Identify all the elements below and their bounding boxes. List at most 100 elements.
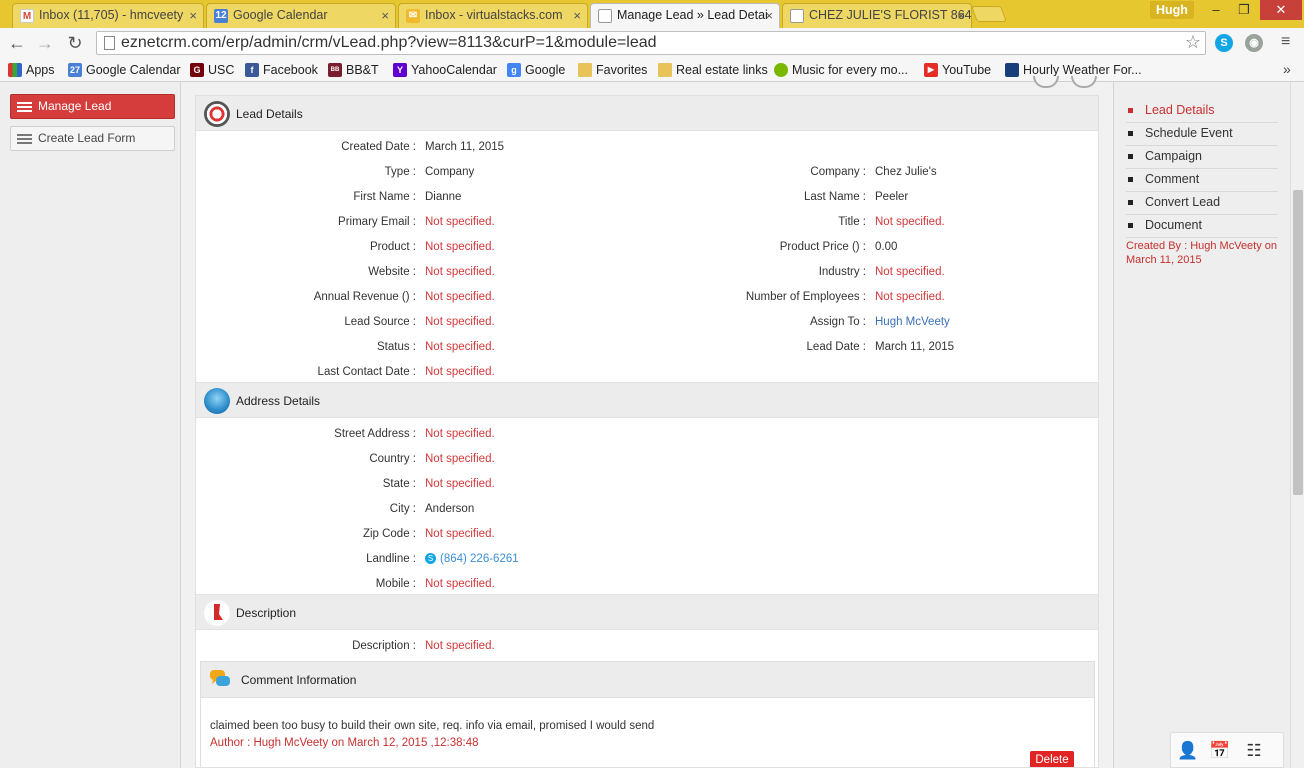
field-label: Last Contact Date : bbox=[317, 366, 416, 378]
field-label: Lead Date : bbox=[806, 341, 866, 353]
field-value: Not specified. bbox=[425, 291, 495, 303]
bookmark-usc[interactable]: G USC bbox=[190, 61, 234, 79]
nav-document[interactable]: Document bbox=[1126, 215, 1278, 238]
nav-comment[interactable]: Comment bbox=[1126, 169, 1278, 192]
tab-close-icon[interactable]: × bbox=[957, 4, 965, 27]
field-value: Not specified. bbox=[875, 291, 945, 303]
browser-tab-manage-lead[interactable]: Manage Lead » Lead Detai × bbox=[590, 3, 780, 29]
browser-tab-chez-julie[interactable]: CHEZ JULIE'S FLORIST 864 × bbox=[782, 3, 972, 28]
tab-title: CHEZ JULIE'S FLORIST 864 bbox=[809, 8, 972, 22]
field-value: Not specified. bbox=[425, 578, 495, 590]
field-value: Not specified. bbox=[875, 216, 945, 228]
tab-close-icon[interactable]: × bbox=[189, 4, 197, 27]
bookmark-apps[interactable]: Apps bbox=[8, 61, 55, 79]
browser-toolbar: ← → ↻ eznetcrm.com/erp/admin/crm/vLead.p… bbox=[0, 28, 1304, 58]
bookmark-real-estate-links[interactable]: Real estate links bbox=[658, 61, 768, 79]
chat-bubbles-icon bbox=[209, 669, 231, 689]
calendar-schedule-icon[interactable]: 📅 bbox=[1209, 740, 1231, 762]
target-icon bbox=[204, 101, 230, 127]
field-label: Mobile : bbox=[375, 578, 416, 590]
bookmark-youtube[interactable]: ▶ YouTube bbox=[924, 61, 991, 79]
apps-grid-icon bbox=[8, 63, 22, 77]
field-label: Type : bbox=[384, 166, 416, 178]
browser-tab-inbox[interactable]: ✉ Inbox - virtualstacks.com × bbox=[398, 3, 588, 28]
tab-close-icon[interactable]: × bbox=[381, 4, 389, 27]
yahoo-icon: Y bbox=[393, 63, 407, 77]
page-scrollbar[interactable] bbox=[1290, 82, 1304, 768]
field-value: March 11, 2015 bbox=[875, 341, 955, 353]
field-label: Product : bbox=[369, 241, 416, 253]
bookmarks-bar: Apps 27 Google Calendar G USC f Facebook… bbox=[0, 58, 1304, 82]
nav-campaign[interactable]: Campaign bbox=[1126, 146, 1278, 169]
skype-icon[interactable]: S bbox=[1215, 34, 1233, 52]
tab-close-icon[interactable]: × bbox=[573, 4, 581, 27]
field-value: Not specified. bbox=[425, 241, 495, 253]
manage-lead-button[interactable]: Manage Lead bbox=[10, 94, 175, 119]
manage-lead-label: Manage Lead bbox=[38, 99, 112, 113]
field-label: Assign To : bbox=[809, 316, 866, 328]
meeting-icon[interactable]: ☷ bbox=[1243, 740, 1265, 762]
tab-close-icon[interactable]: × bbox=[765, 4, 773, 27]
profile-badge[interactable]: Hugh bbox=[1150, 1, 1194, 19]
bookmark-google-calendar[interactable]: 27 Google Calendar bbox=[68, 61, 181, 79]
field-value: Not specified. bbox=[425, 453, 495, 465]
bookmark-label: Apps bbox=[26, 63, 55, 77]
browser-tab-calendar[interactable]: 12 Google Calendar × bbox=[206, 3, 396, 28]
skype-icon[interactable]: S bbox=[425, 553, 436, 564]
youtube-icon: ▶ bbox=[924, 63, 938, 77]
delete-comment-button[interactable]: Delete bbox=[1030, 751, 1074, 767]
field-value: Peeler bbox=[875, 191, 909, 203]
circle-action-icon[interactable] bbox=[1033, 76, 1059, 88]
landline-phone-link[interactable]: (864) 226-6261 bbox=[440, 551, 519, 567]
assign-to-link[interactable]: Hugh McVeety bbox=[875, 314, 950, 330]
weather-icon bbox=[1005, 63, 1019, 77]
quick-action-dock: 👤 📅 ☷ bbox=[1170, 732, 1284, 768]
field-label: Zip Code : bbox=[362, 528, 416, 540]
maximize-icon[interactable]: ❐ bbox=[1230, 0, 1258, 20]
bookmark-star-icon[interactable]: ☆ bbox=[1185, 32, 1201, 53]
nav-schedule-event[interactable]: Schedule Event bbox=[1126, 123, 1278, 146]
bookmark-bbt[interactable]: BB BB&T bbox=[328, 61, 379, 79]
list-icon bbox=[17, 102, 32, 112]
reload-icon[interactable]: ↻ bbox=[64, 32, 86, 54]
bookmark-label: Google bbox=[525, 63, 566, 77]
bookmark-yahoo-calendar[interactable]: Y YahooCalendar bbox=[393, 61, 497, 79]
menu-icon[interactable]: ≡ bbox=[1281, 33, 1295, 51]
create-lead-form-label: Create Lead Form bbox=[38, 131, 136, 145]
bookmark-facebook[interactable]: f Facebook bbox=[245, 61, 318, 79]
field-label: Country : bbox=[369, 453, 416, 465]
eye-extension-icon[interactable]: ◉ bbox=[1245, 34, 1263, 52]
new-tab-button[interactable] bbox=[971, 6, 1007, 22]
bookmark-favorites[interactable]: Favorites bbox=[578, 61, 647, 79]
minimize-icon[interactable]: – bbox=[1202, 0, 1230, 20]
nav-lead-details[interactable]: Lead Details bbox=[1126, 100, 1278, 123]
bookmark-label: Real estate links bbox=[676, 63, 768, 77]
page-body: Manage Lead Create Lead Form Lead Detail… bbox=[0, 76, 1304, 768]
bookmarks-overflow-chevron[interactable]: » bbox=[1283, 61, 1291, 77]
bookmark-label: Facebook bbox=[263, 63, 318, 77]
bookmark-google[interactable]: g Google bbox=[507, 61, 565, 79]
bookmark-music[interactable]: Music for every mo... bbox=[774, 61, 908, 79]
create-lead-form-button[interactable]: Create Lead Form bbox=[10, 126, 175, 151]
field-value: Dianne bbox=[425, 191, 462, 203]
forward-arrow-icon[interactable]: → bbox=[34, 32, 56, 54]
field-value: Not specified. bbox=[425, 216, 495, 228]
nav-convert-lead[interactable]: Convert Lead bbox=[1126, 192, 1278, 215]
comment-information-title: Comment Information bbox=[241, 673, 357, 687]
back-arrow-icon[interactable]: ← bbox=[6, 32, 28, 54]
url-text[interactable]: eznetcrm.com/erp/admin/crm/vLead.php?vie… bbox=[121, 33, 657, 53]
browser-tab-gmail[interactable]: M Inbox (11,705) - hmcveety × bbox=[12, 3, 204, 28]
top-action-icons bbox=[1033, 76, 1103, 90]
circle-action-icon[interactable] bbox=[1071, 76, 1097, 88]
window-close-icon[interactable]: ✕ bbox=[1260, 0, 1302, 20]
tab-title: Inbox - virtualstacks.com bbox=[425, 8, 563, 22]
page-icon bbox=[598, 9, 612, 23]
address-bar[interactable]: eznetcrm.com/erp/admin/crm/vLead.php?vie… bbox=[96, 31, 1206, 55]
field-label: Company : bbox=[810, 166, 866, 178]
field-label: State : bbox=[382, 478, 416, 490]
browser-tabbar: M Inbox (11,705) - hmcveety × 12 Google … bbox=[0, 0, 1304, 29]
comment-text: claimed been too busy to build their own… bbox=[210, 720, 655, 732]
scrollbar-thumb[interactable] bbox=[1293, 190, 1303, 495]
tab-title: Inbox (11,705) - hmcveety bbox=[39, 8, 184, 22]
user-support-icon[interactable]: 👤 bbox=[1177, 740, 1199, 762]
